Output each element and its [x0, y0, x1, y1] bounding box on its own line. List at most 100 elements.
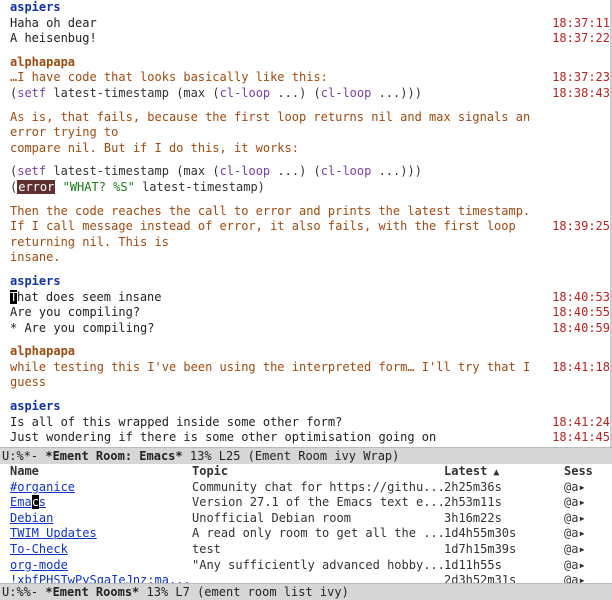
timestamp: [552, 180, 612, 196]
msg-body: (error "WHAT? %S" latest-timestamp): [10, 180, 552, 196]
timestamp: [552, 204, 612, 220]
room-topic: Version 27.1 of the Emacs text e...: [192, 495, 444, 511]
room-name-cell[interactable]: TWIM Updates: [10, 526, 192, 542]
msg-body: aspiers: [10, 0, 552, 16]
msg-body: That does seem insane: [10, 290, 552, 306]
msg-body: A heisenbug!: [10, 31, 552, 47]
msg-body: [10, 196, 612, 204]
room-session: @a▸: [564, 480, 612, 496]
col-header-sess[interactable]: Sess: [564, 464, 612, 480]
room-link[interactable]: #organice: [10, 480, 75, 494]
room-name-cell[interactable]: Debian: [10, 511, 192, 527]
code-token: ...: [270, 164, 299, 178]
room-name-cell[interactable]: #organice: [10, 480, 192, 496]
timestamp: [552, 141, 612, 157]
room-link[interactable]: Debian: [10, 511, 53, 525]
msg-body: …I have code that looks basically like t…: [10, 70, 552, 86]
msg-body: aspiers: [10, 274, 552, 290]
room-link[interactable]: !xbfPHSTwPySgaIeJnz:ma...: [10, 573, 191, 583]
msg-body: alphapapa: [10, 344, 552, 360]
room-name-cell[interactable]: org-mode: [10, 558, 192, 574]
room-latest: 1d11h55s: [444, 558, 564, 574]
col-header-topic[interactable]: Topic: [192, 464, 444, 480]
room-name-cell[interactable]: To-Check: [10, 542, 192, 558]
chat-line: [10, 196, 612, 204]
room-session: @a▸: [564, 542, 612, 558]
code-token: [306, 86, 313, 100]
timestamp: [552, 399, 612, 415]
room-topic: A read only room to get all the ...: [192, 526, 444, 542]
msg-body: (setf latest-timestamp (max (cl-loop ...…: [10, 164, 552, 180]
chat-line: Are you compiling?18:40:55: [10, 305, 612, 321]
room-link[interactable]: Emacs: [10, 495, 46, 509]
code-token: cl-loop: [321, 164, 372, 178]
room-name-cell[interactable]: !xbfPHSTwPySgaIeJnz:ma...: [10, 573, 192, 583]
room-row[interactable]: TWIM Updates A read only room to get all …: [0, 526, 612, 542]
chat-line: A heisenbug!18:37:22: [10, 31, 612, 47]
chat-line: [10, 102, 612, 110]
msg-body: Is all of this wrapped inside some other…: [10, 415, 552, 431]
text: hat does seem insane: [17, 290, 162, 304]
modeline-left: U:%*-: [2, 449, 45, 463]
msg-body: compare nil. But if I do this, it works:: [10, 141, 552, 157]
rooms-pane[interactable]: Name Topic Latest Sess #organice Communit…: [0, 464, 612, 583]
room-name-cell[interactable]: Emacs: [10, 495, 192, 511]
chat-line: alphapapa: [10, 344, 612, 360]
code-token: latest-timestamp: [46, 86, 176, 100]
code-token: setf: [17, 86, 46, 100]
chat-pane[interactable]: aspiersHaha oh dear18:37:11A heisenbug!1…: [0, 0, 612, 447]
rooms-header: Name Topic Latest Sess: [0, 464, 612, 480]
room-link[interactable]: TWIM Updates: [10, 526, 97, 540]
room-row[interactable]: DebianUnofficial Debian room3h16m22s@a▸: [0, 511, 612, 527]
col-header-name[interactable]: Name: [10, 464, 192, 480]
chat-line: [10, 446, 612, 447]
code-token: error: [17, 180, 55, 194]
code-token: ...: [270, 86, 299, 100]
code-token: ): [415, 86, 422, 100]
room-link[interactable]: org-mode: [10, 558, 68, 572]
nick: aspiers: [10, 274, 61, 288]
code-token: ...: [371, 164, 400, 178]
room-row[interactable]: !xbfPHSTwPySgaIeJnz:ma...2d3h52m31s@a▸: [0, 573, 612, 583]
timestamp: [552, 55, 612, 71]
room-row[interactable]: Emacs Version 27.1 of the Emacs text e...…: [0, 495, 612, 511]
room-topic: Unofficial Debian room: [192, 511, 444, 527]
msg-body: [10, 156, 612, 164]
msg-body: alphapapa: [10, 55, 552, 71]
chat-line: [10, 336, 612, 344]
room-latest: 2h53m11s: [444, 495, 564, 511]
msg-body: [10, 446, 612, 447]
room-topic: Community chat for https://githu...: [192, 480, 444, 496]
modeline-chat: U:%*- *Ement Room: Emacs* 13% L25 (Ement…: [0, 447, 612, 464]
room-row[interactable]: To-Checktest1d7h15m39s@a▸: [0, 542, 612, 558]
code-token: latest-timestamp: [46, 164, 176, 178]
chat-line: Just wondering if there is some other op…: [10, 430, 612, 446]
timestamp: 18:37:22: [552, 31, 612, 47]
msg-body: (setf latest-timestamp (max (cl-loop ...…: [10, 86, 552, 102]
modeline-left: U:%%-: [2, 585, 45, 599]
msg-body: Just wondering if there is some other op…: [10, 430, 552, 446]
modeline-buffer: *Ement Room: Emacs*: [45, 449, 182, 463]
code-token: max: [183, 164, 205, 178]
room-latest: 1d4h55m30s: [444, 526, 564, 542]
chat-line: (error "WHAT? %S" latest-timestamp): [10, 180, 612, 196]
nick: alphapapa: [10, 344, 75, 358]
room-link[interactable]: To-Check: [10, 542, 68, 556]
room-row[interactable]: #organice Community chat for https://gith…: [0, 480, 612, 496]
msg-body: aspiers: [10, 399, 552, 415]
chat-line: If I call message instead of error, it a…: [10, 219, 612, 250]
code-token: cl-loop: [220, 164, 271, 178]
modeline-buffer: *Ement Rooms*: [45, 585, 139, 599]
chat-line: insane.: [10, 250, 612, 266]
msg-body: If I call message instead of error, it a…: [10, 219, 552, 250]
code-token: cl-loop: [321, 86, 372, 100]
msg-body: while testing this I've been using the i…: [10, 360, 552, 391]
msg-body: Haha oh dear: [10, 16, 552, 32]
room-row[interactable]: org-mode"Any sufficiently advanced hobby…: [0, 558, 612, 574]
timestamp: [552, 344, 612, 360]
chat-line: * Are you compiling?18:40:59: [10, 321, 612, 337]
chat-line: while testing this I've been using the i…: [10, 360, 612, 391]
code-token: ): [415, 164, 422, 178]
col-header-latest[interactable]: Latest: [444, 464, 564, 480]
room-latest: 1d7h15m39s: [444, 542, 564, 558]
